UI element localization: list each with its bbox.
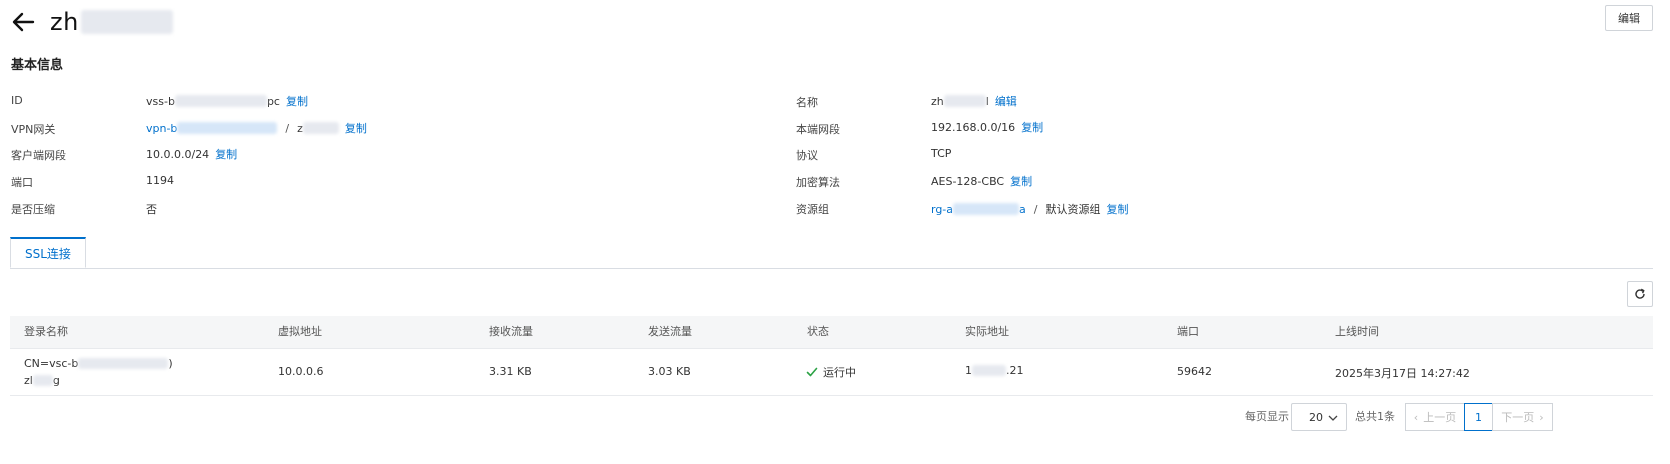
col-status: 状态 — [807, 325, 829, 338]
per-page-label: 每页显示 — [1245, 410, 1289, 423]
copy-resource-group-link[interactable]: 复制 — [1107, 201, 1129, 217]
separator: / — [1033, 202, 1038, 216]
vpn-gateway-label: VPN网关 — [11, 123, 56, 136]
back-arrow-icon[interactable] — [10, 9, 36, 35]
col-tx: 发送流量 — [648, 325, 692, 338]
login-name-line2-prefix: zl — [24, 374, 33, 387]
chevron-right-icon: › — [1539, 410, 1544, 424]
redacted-gateway-id — [177, 122, 278, 134]
id-label: ID — [11, 94, 23, 107]
next-page-button[interactable]: 下一页 › — [1492, 403, 1553, 431]
page-number-button[interactable]: 1 — [1464, 403, 1493, 431]
status-text: 运行中 — [823, 366, 856, 379]
login-name-line1: CN=vsc-b ) — [24, 357, 173, 370]
prev-page-label: 上一页 — [1423, 411, 1457, 424]
copy-id-link[interactable]: 复制 — [286, 93, 308, 109]
edit-button[interactable]: 编辑 — [1605, 5, 1653, 31]
copy-cipher-link[interactable]: 复制 — [1010, 173, 1032, 189]
vpn-gateway-value: vpn-b / z 复制 — [146, 120, 367, 136]
rx-cell: 3.31 KB — [489, 365, 532, 378]
client-cidr-label: 客户端网段 — [11, 149, 66, 162]
col-login-name: 登录名称 — [24, 325, 68, 338]
tx-cell: 3.03 KB — [648, 365, 691, 378]
col-real-ip: 实际地址 — [965, 325, 1009, 338]
online-time-cell: 2025年3月17日 14:27:42 — [1335, 367, 1470, 380]
chevron-down-icon — [1328, 415, 1338, 421]
refresh-icon — [1635, 288, 1645, 299]
name-value: zh l 编辑 — [931, 93, 1017, 109]
resource-group-link[interactable]: rg-a — [931, 203, 953, 216]
copy-gateway-link[interactable]: 复制 — [345, 120, 367, 136]
login-name-line2: zl g — [24, 374, 60, 387]
local-cidr-value: 192.168.0.0/16 复制 — [931, 119, 1043, 135]
page-header: zh — [10, 2, 173, 42]
per-page-select[interactable]: 20 — [1291, 403, 1347, 431]
col-port: 端口 — [1177, 325, 1199, 338]
client-cidr-text: 10.0.0.0/24 — [146, 147, 210, 161]
col-virtual-ip: 虚拟地址 — [278, 325, 322, 338]
real-ip-prefix: 1 — [965, 364, 972, 377]
resource-group-value: rg-a a / 默认资源组 复制 — [931, 201, 1129, 217]
redacted-title — [80, 10, 173, 34]
table-row: CN=vsc-b ) zl g 10.0.0.6 3.31 KB 3.03 KB… — [10, 348, 1653, 396]
col-online-time: 上线时间 — [1335, 325, 1379, 338]
redacted-login-name-line2 — [32, 375, 53, 386]
compress-value: 否 — [146, 203, 157, 216]
login-name-line2-suffix: g — [52, 374, 60, 387]
local-cidr-label: 本端网段 — [796, 123, 840, 136]
edit-name-link[interactable]: 编辑 — [995, 93, 1017, 109]
protocol-label: 协议 — [796, 149, 818, 162]
name-label: 名称 — [796, 96, 818, 109]
total-count: 总共1条 — [1355, 410, 1395, 423]
cipher-value: AES-128-CBC 复制 — [931, 173, 1032, 189]
port-label: 端口 — [11, 176, 33, 189]
redacted-resource-group-id — [953, 203, 1020, 215]
chevron-left-icon: ‹ — [1413, 410, 1419, 424]
protocol-value: TCP — [931, 147, 952, 160]
real-ip-cell: 1 .21 — [965, 364, 1024, 377]
real-ip-suffix: .21 — [1006, 364, 1024, 377]
vpn-gateway-link[interactable]: vpn-b — [146, 122, 177, 135]
resource-group-label: 资源组 — [796, 203, 829, 216]
resource-group-name: 默认资源组 — [1045, 203, 1101, 216]
client-cidr-value: 10.0.0.0/24 复制 — [146, 146, 237, 162]
redacted-gateway-name — [302, 122, 339, 134]
id-value-prefix: vss-b — [146, 94, 175, 108]
redacted-id — [174, 95, 267, 107]
port-value: 1194 — [146, 174, 174, 187]
col-rx: 接收流量 — [489, 325, 533, 338]
id-value: vss-b pc 复制 — [146, 93, 308, 109]
redacted-login-name — [78, 358, 169, 369]
cipher-text: AES-128-CBC — [931, 174, 1005, 188]
login-name-suffix: ) — [168, 357, 173, 370]
copy-local-cidr-link[interactable]: 复制 — [1021, 119, 1043, 135]
port-cell: 59642 — [1177, 365, 1212, 378]
id-value-suffix: pc — [266, 94, 280, 108]
prev-page-button[interactable]: ‹ 上一页 — [1405, 403, 1465, 431]
check-icon — [806, 367, 818, 377]
cipher-label: 加密算法 — [796, 176, 840, 189]
table-header: 登录名称 虚拟地址 接收流量 发送流量 状态 实际地址 端口 上线时间 — [10, 316, 1653, 349]
compress-label: 是否压缩 — [11, 203, 55, 216]
page-title: zh — [50, 8, 79, 36]
tab-ssl-connections[interactable]: SSL连接 — [10, 237, 86, 268]
resource-group-link-suffix[interactable]: a — [1019, 203, 1026, 216]
separator: / — [285, 121, 290, 135]
next-page-label: 下一页 — [1501, 411, 1535, 424]
status-cell: 运行中 — [806, 364, 856, 380]
per-page-value: 20 — [1309, 410, 1323, 424]
redacted-name — [943, 95, 986, 107]
refresh-button[interactable] — [1627, 281, 1653, 307]
name-prefix: zh — [931, 94, 944, 108]
name-suffix: l — [985, 94, 989, 108]
tab-bar: SSL连接 — [10, 237, 1653, 269]
local-cidr-text: 192.168.0.0/16 — [931, 120, 1016, 134]
virtual-ip-cell: 10.0.0.6 — [278, 365, 324, 378]
redacted-real-ip — [972, 365, 1006, 376]
section-title-basic-info: 基本信息 — [11, 58, 64, 73]
copy-client-cidr-link[interactable]: 复制 — [215, 146, 237, 162]
login-name-prefix: CN=vsc-b — [24, 357, 79, 370]
